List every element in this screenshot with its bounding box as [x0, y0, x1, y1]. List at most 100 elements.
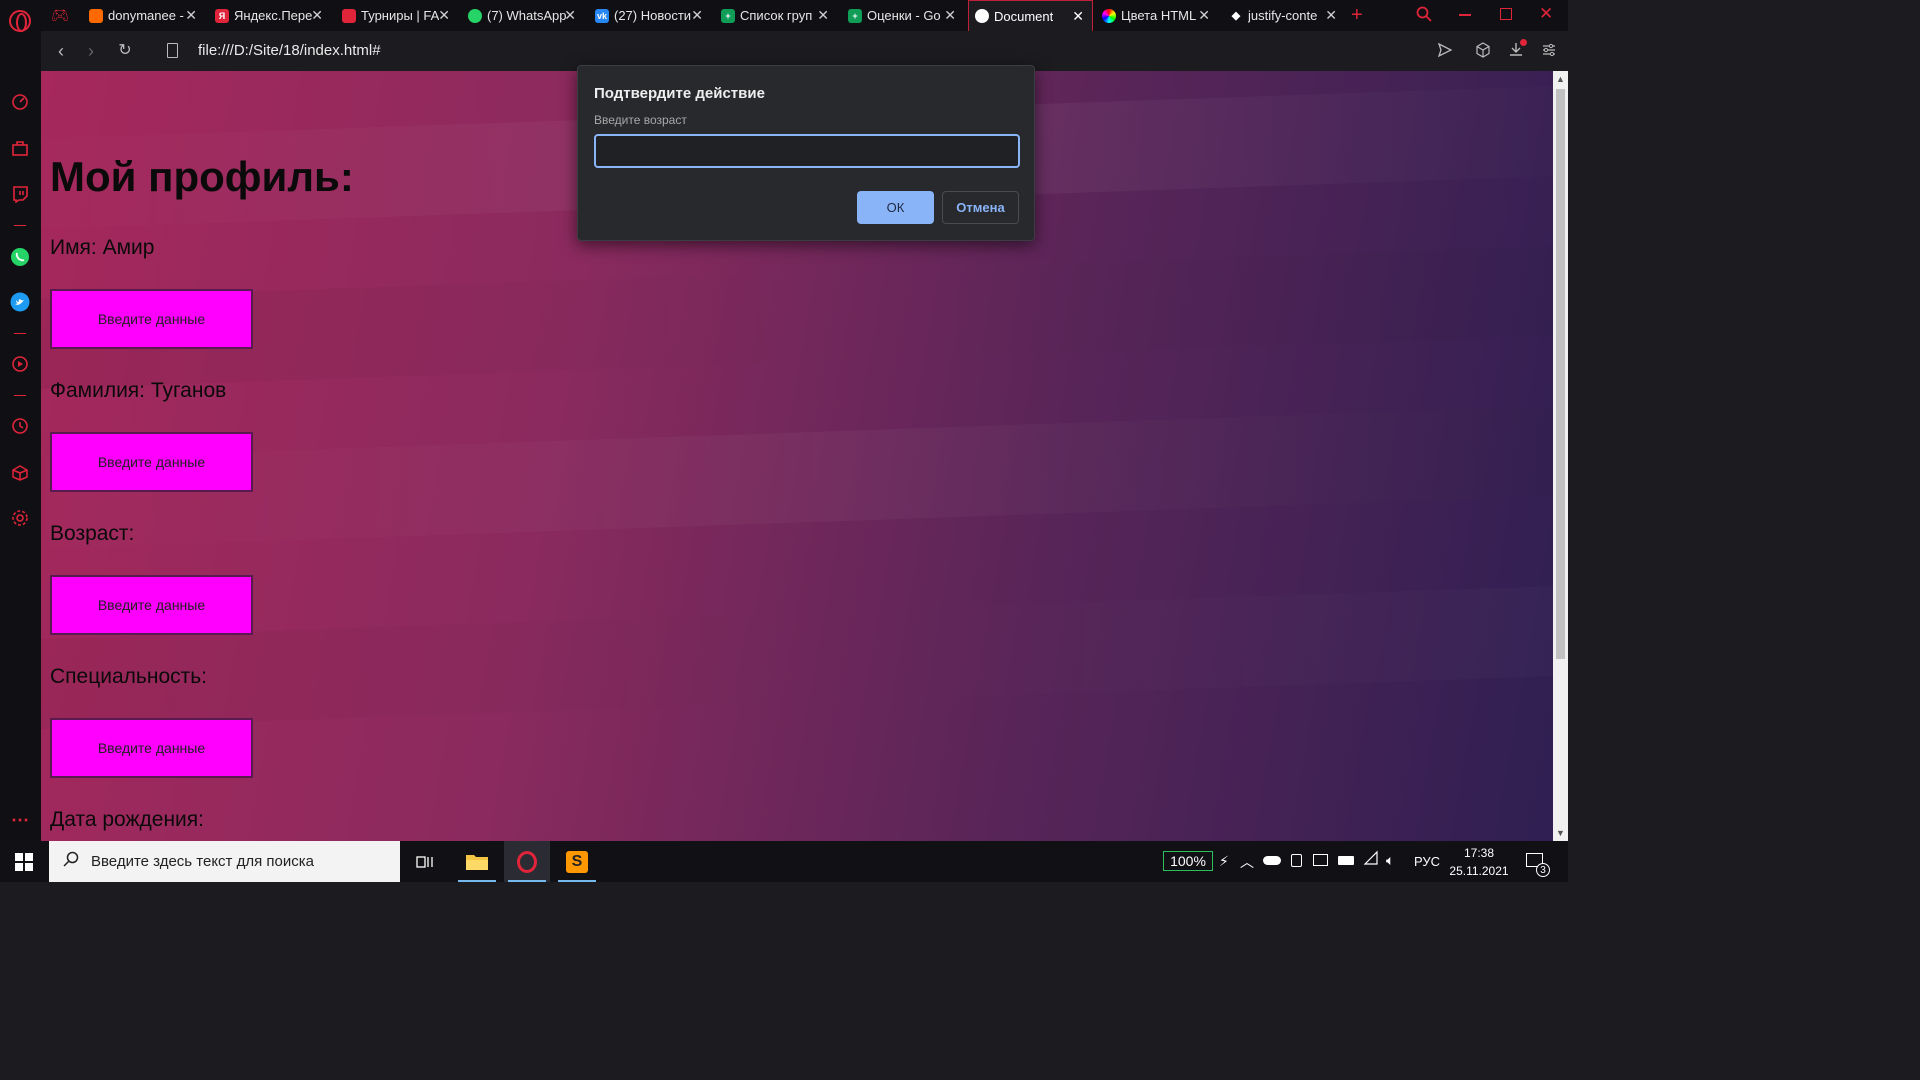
windows-start-icon[interactable] [15, 853, 33, 871]
sheets-icon: + [848, 8, 862, 23]
display-icon[interactable] [1313, 854, 1328, 866]
bag-icon[interactable] [10, 138, 30, 158]
specialty-label: Специальность: [50, 665, 208, 688]
enter-data-button[interactable]: Введите данные [50, 575, 253, 635]
background-streak [41, 401, 1553, 551]
battery-icon[interactable] [1338, 856, 1354, 865]
scroll-up-icon[interactable]: ▲ [1556, 74, 1565, 84]
tab[interactable]: (7) WhatsApp ✕ [462, 0, 584, 31]
system-clock[interactable]: 17:38 25.11.2021 [1448, 844, 1510, 880]
restore-icon[interactable] [1500, 8, 1512, 20]
tab-title: Турниры | FA [361, 8, 440, 23]
globe-icon [975, 9, 989, 23]
enter-data-button[interactable]: Введите данные [50, 432, 253, 492]
tab[interactable]: donymanee - ✕ [83, 0, 205, 31]
page-scrollbar[interactable]: ▲ ▼ [1553, 71, 1568, 841]
close-icon[interactable]: ✕ [438, 8, 450, 22]
twitch-icon[interactable] [10, 184, 30, 204]
tab[interactable]: Турниры | FA ✕ [336, 0, 458, 31]
clock-time: 17:38 [1463, 846, 1495, 860]
show-hidden-icons-chevron-icon[interactable]: ︿ [1240, 852, 1254, 872]
reload-icon[interactable]: ↻ [115, 41, 135, 61]
windows-taskbar: Введите здесь текст для поиска S 100% ⚡︎… [0, 841, 1568, 882]
tab-title: Яндекс.Пере [234, 8, 313, 23]
settings-gear-icon[interactable] [10, 508, 30, 528]
close-window-icon[interactable]: ✕ [1539, 4, 1553, 24]
minimize-icon[interactable] [1459, 14, 1471, 16]
tab[interactable]: Я Яндекс.Пере ✕ [209, 0, 331, 31]
new-tab-plus-icon[interactable]: + [1351, 4, 1363, 27]
webcam-icon[interactable] [1291, 854, 1302, 867]
tab-title: Document [994, 8, 1054, 24]
close-icon[interactable]: ✕ [817, 8, 829, 22]
tab[interactable]: + Список груп ✕ [715, 0, 837, 31]
close-icon[interactable]: ✕ [1198, 8, 1210, 22]
whatsapp-icon[interactable] [10, 247, 30, 267]
close-icon[interactable]: ✕ [185, 8, 197, 22]
cancel-button[interactable]: Отмена [942, 191, 1019, 224]
close-icon[interactable]: ✕ [1072, 9, 1084, 23]
snapshot-cube-icon[interactable] [1475, 42, 1491, 63]
onedrive-cloud-icon[interactable] [1263, 856, 1281, 865]
tab-title: Цвета HTML [1121, 8, 1197, 23]
forward-icon[interactable]: › [81, 41, 101, 61]
tab[interactable]: Цвета HTML ✕ [1096, 0, 1218, 31]
shield-icon [342, 8, 356, 23]
birthdate-label: Дата рождения: [50, 808, 204, 831]
tab-search-icon[interactable] [1416, 6, 1432, 27]
close-icon[interactable]: ✕ [691, 8, 703, 22]
page-info-icon[interactable] [167, 43, 178, 58]
age-input[interactable] [594, 134, 1020, 168]
tab-title: (27) Новости [614, 8, 692, 23]
close-icon[interactable]: ✕ [564, 8, 576, 22]
speed-dial-icon[interactable] [10, 92, 30, 112]
prompt-dialog: Подтвердите действие Введите возраст ОК … [577, 65, 1035, 241]
close-icon[interactable]: ✕ [311, 8, 323, 22]
tab[interactable]: ◆ justify-conte ✕ [1223, 0, 1345, 31]
scrollbar-thumb[interactable] [1556, 89, 1565, 659]
input-language[interactable]: РУС [1414, 841, 1440, 882]
background-streak [41, 241, 1553, 391]
tab[interactable]: vk (27) Новости ✕ [589, 0, 711, 31]
taskbar-search[interactable]: Введите здесь текст для поиска [49, 841, 400, 882]
more-dots-icon[interactable]: ⋯ [10, 810, 30, 830]
history-icon[interactable] [10, 416, 30, 436]
battery-percent[interactable]: 100% [1163, 851, 1213, 871]
tab-active[interactable]: Document ✕ [968, 0, 1093, 31]
background-streak [41, 581, 1553, 731]
address-field[interactable]: file:///D:/Site/18/index.html# [198, 42, 381, 59]
opera-sidebar: ⋯ [0, 0, 41, 841]
sublime-text-icon[interactable]: S [554, 841, 600, 882]
volume-icon[interactable]: 🔈︎ [1386, 852, 1394, 869]
close-icon[interactable]: ✕ [944, 8, 956, 22]
easy-setup-icon[interactable] [1541, 42, 1557, 63]
opera-logo-icon[interactable] [9, 10, 31, 32]
sidebar-divider [14, 225, 26, 226]
tab-title: donymanee - [108, 8, 184, 23]
power-plug-icon[interactable]: ⚡︎ [1219, 853, 1229, 870]
player-icon[interactable] [10, 354, 30, 374]
ok-button[interactable]: ОК [857, 191, 934, 224]
running-indicator [558, 880, 596, 882]
tab-title: Оценки - Go [867, 8, 941, 23]
enter-data-button[interactable]: Введите данные [50, 289, 253, 349]
extensions-cube-icon[interactable] [10, 463, 30, 483]
file-explorer-icon[interactable] [454, 841, 500, 882]
tab-workspaces[interactable]: 🎮︎ [45, 0, 81, 31]
enter-data-button[interactable]: Введите данные [50, 718, 253, 778]
graduation-cap-icon: ◆ [1231, 10, 1241, 22]
close-icon[interactable]: ✕ [1325, 8, 1337, 22]
task-view-icon[interactable] [402, 841, 448, 882]
sidebar-divider [14, 395, 26, 396]
back-icon[interactable]: ‹ [51, 41, 71, 61]
page-title: Мой профиль: [50, 153, 354, 200]
send-icon[interactable] [1437, 42, 1453, 63]
sidebar-divider [14, 333, 26, 334]
opera-taskbar-icon[interactable] [504, 841, 550, 882]
running-indicator [458, 880, 496, 882]
download-badge [1520, 39, 1527, 46]
tab[interactable]: + Оценки - Go ✕ [842, 0, 964, 31]
wifi-icon[interactable] [1363, 850, 1379, 871]
scroll-down-icon[interactable]: ▼ [1556, 828, 1565, 838]
twitter-icon[interactable] [10, 292, 30, 312]
